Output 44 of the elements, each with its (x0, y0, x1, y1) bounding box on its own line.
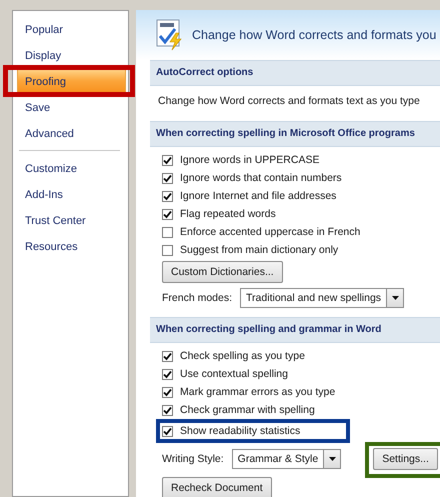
checkbox[interactable] (162, 154, 173, 166)
field-label: French modes: (162, 292, 232, 304)
dialog-button[interactable]: Recheck Document (162, 477, 272, 497)
settings-button[interactable]: Settings... (373, 448, 438, 470)
checkbox-label: Ignore words that contain numbers (180, 172, 342, 184)
sidebar-item[interactable]: Popular (17, 16, 126, 42)
checkbox[interactable] (162, 226, 173, 238)
dropdown[interactable]: Traditional and new spellings (240, 288, 404, 308)
checkbox[interactable] (162, 426, 173, 436)
caret-icon (392, 296, 399, 300)
checkbox-label: Suggest from main dictionary only (180, 244, 338, 256)
checkbox[interactable] (162, 190, 173, 202)
section-header: AutoCorrect options (150, 60, 440, 86)
checkbox[interactable] (162, 172, 173, 184)
checkbox-label: Ignore words in UPPERCASE (180, 154, 320, 166)
sidebar-item[interactable]: Trust Center (17, 207, 126, 233)
checkbox[interactable] (162, 368, 173, 380)
sidebar-item[interactable]: Resources (17, 233, 126, 259)
dialog-button[interactable]: Custom Dictionaries... (162, 261, 283, 283)
description-text: Change how Word corrects and formats text as you type (158, 94, 421, 109)
caret-icon (328, 457, 336, 461)
sidebar-item[interactable]: Add-Ins (17, 181, 126, 207)
checkbox-label: Show readability statistics (180, 425, 300, 437)
checkbox-label: Check grammar with spelling (180, 404, 315, 416)
checkbox-label: Enforce accented uppercase in French (180, 226, 360, 238)
checkbox[interactable] (162, 244, 173, 256)
checkbox[interactable] (162, 208, 173, 220)
section-header: When correcting spelling and grammar in Word (150, 317, 440, 343)
checkbox[interactable] (162, 350, 173, 362)
checkbox-label: Flag repeated words (180, 208, 276, 220)
section-header: When correcting spelling in Microsoft Office programs (150, 121, 440, 147)
checkbox-label: Use contextual spelling (180, 368, 288, 380)
checkbox[interactable] (162, 386, 173, 398)
checkbox-label: Ignore Internet and file addresses (180, 190, 336, 202)
checkbox-label: Check spelling as you type (180, 350, 305, 362)
dropdown[interactable]: Grammar & Style (232, 449, 342, 469)
checkbox-label: Mark grammar errors as you type (180, 386, 336, 398)
field-label: Writing Style: (162, 453, 224, 465)
sidebar-item[interactable]: Advanced (17, 120, 126, 146)
sidebar-item[interactable]: Customize (17, 155, 126, 181)
checkbox[interactable] (162, 404, 173, 416)
sidebar-item[interactable]: Save (17, 94, 126, 120)
sidebar-item[interactable]: Display (17, 42, 126, 68)
page-title: Change how Word corrects and formats you (192, 28, 436, 42)
